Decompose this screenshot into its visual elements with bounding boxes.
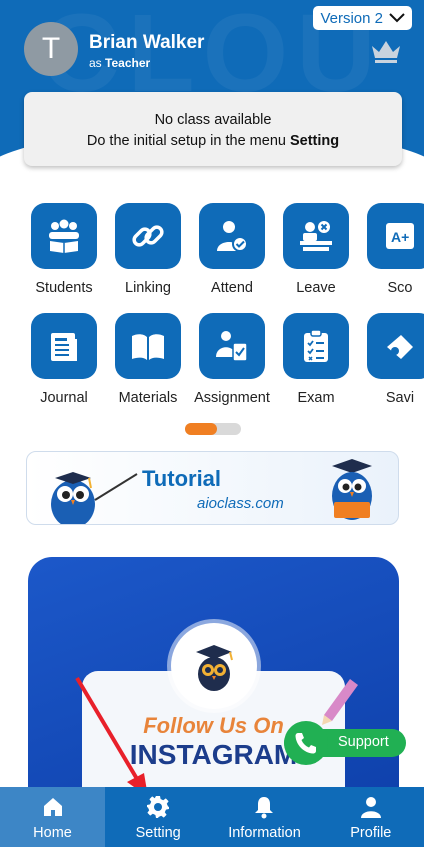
notice-line2-prefix: Do the initial setup in the menu	[86, 133, 286, 149]
link-icon	[115, 203, 181, 269]
menu-label: Materials	[118, 390, 178, 406]
tutorial-banner[interactable]: Tutorial aioclass.com	[26, 451, 399, 525]
user-role: as Teacher	[89, 56, 150, 70]
book-icon	[115, 313, 181, 379]
menu-label: Journal	[40, 390, 88, 406]
banner-title: Tutorial	[142, 466, 222, 491]
notice-line2: Do the initial setup in the menu Setting	[24, 131, 402, 152]
avatar[interactable]: T	[24, 22, 78, 76]
support-button[interactable]: Support	[284, 721, 406, 765]
menu-label: Savi	[385, 390, 415, 406]
pencil-icon	[322, 679, 358, 725]
menu-page-indicator	[185, 423, 241, 435]
menu-label: Exam	[297, 390, 335, 406]
nav-setting[interactable]: Setting	[105, 787, 211, 847]
menu-item-students[interactable]: Students	[22, 203, 106, 303]
banner-subtitle: aioclass.com	[197, 495, 284, 512]
score-icon: A+	[367, 203, 424, 269]
menu-item-journal[interactable]: Journal	[22, 313, 106, 413]
menu-label: Sco	[387, 280, 413, 296]
nav-label: Profile	[350, 825, 392, 841]
menu-label: Leave	[296, 280, 336, 296]
menu-label: Students	[35, 280, 93, 296]
role-prefix: as	[89, 56, 102, 70]
menu-item-score[interactable]: A+ Sco	[358, 203, 424, 303]
menu-item-attend[interactable]: Attend	[190, 203, 274, 303]
person-icon	[360, 797, 381, 818]
phone-icon	[284, 721, 328, 765]
chevron-down-icon	[389, 13, 405, 23]
no-class-notice: No class available Do the initial setup …	[24, 92, 402, 166]
crown-icon[interactable]	[370, 38, 402, 64]
version-label: Version 2	[320, 9, 383, 27]
students-icon	[31, 203, 97, 269]
nav-label: Home	[33, 825, 72, 841]
version-dropdown[interactable]: Version 2	[313, 6, 412, 30]
role-value: Teacher	[105, 56, 151, 70]
nav-profile[interactable]: Profile	[318, 787, 424, 847]
page-indicator-active	[185, 423, 217, 435]
menu-label: Assignment	[194, 390, 270, 406]
gear-icon	[147, 796, 170, 818]
attend-icon	[199, 203, 265, 269]
menu-item-savings[interactable]: Savi	[358, 313, 424, 413]
menu-item-linking[interactable]: Linking	[106, 203, 190, 303]
owl-logo-icon	[171, 623, 257, 709]
support-label: Support	[338, 734, 389, 750]
bottom-nav: Home Setting Information Profile	[0, 787, 424, 847]
nav-label: Setting	[135, 825, 181, 841]
svg-text:A+: A+	[391, 229, 409, 245]
user-name: Brian Walker	[89, 32, 205, 53]
exam-icon	[283, 313, 349, 379]
savings-icon	[367, 313, 424, 379]
nav-home[interactable]: Home	[0, 787, 105, 847]
nav-information[interactable]: Information	[211, 787, 317, 847]
menu-item-assignment[interactable]: Assignment	[190, 313, 274, 413]
owl-reading-icon	[332, 459, 372, 520]
leave-icon	[283, 203, 349, 269]
journal-icon	[31, 313, 97, 379]
owl-teacher-icon	[51, 472, 138, 524]
menu-grid: Students Linking Attend Leave A+ Sco Jou…	[0, 203, 424, 413]
menu-item-leave[interactable]: Leave	[274, 203, 358, 303]
bell-icon	[255, 797, 274, 819]
notice-setting-link: Setting	[289, 133, 340, 149]
nav-label: Information	[228, 825, 301, 841]
menu-label: Attend	[211, 280, 253, 296]
menu-item-materials[interactable]: Materials	[106, 313, 190, 413]
home-icon	[43, 798, 62, 816]
notice-line1: No class available	[154, 112, 272, 128]
menu-item-exam[interactable]: Exam	[274, 313, 358, 413]
menu-label: Linking	[125, 280, 171, 296]
assignment-icon	[199, 313, 265, 379]
